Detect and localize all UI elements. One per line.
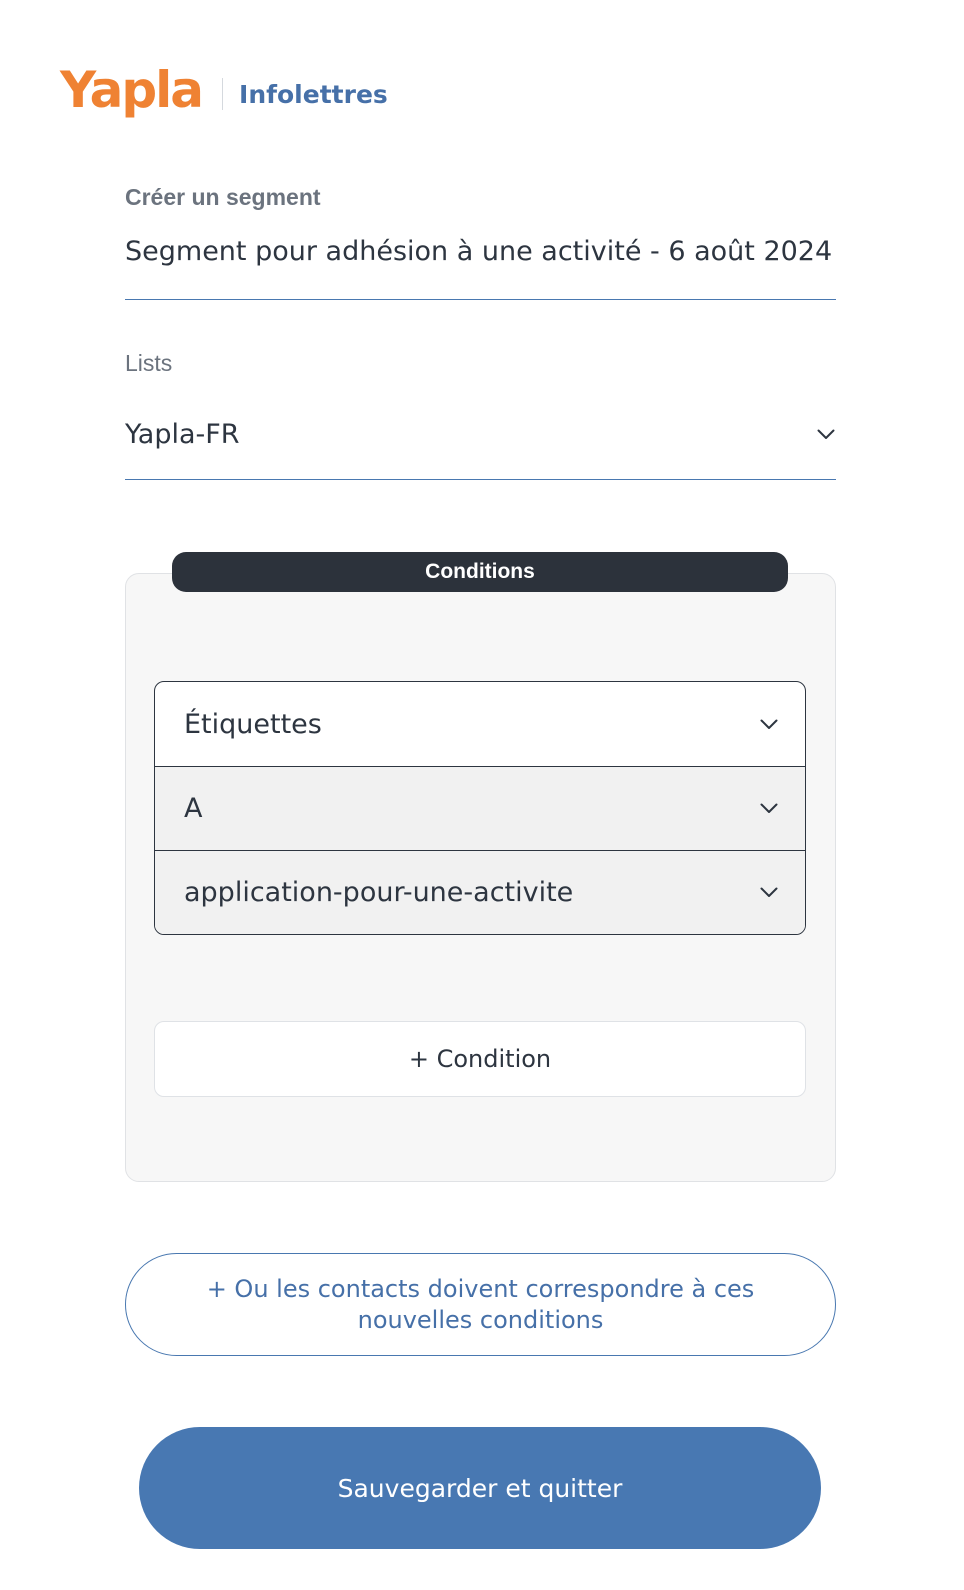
brand-header: Yapla Infolettres (60, 62, 388, 126)
chevron-down-icon (759, 714, 779, 734)
segment-name-label: Créer un segment (125, 184, 321, 210)
yapla-logo[interactable]: Yapla (60, 65, 204, 115)
condition-value-select[interactable]: application-pour-une-activite (155, 850, 805, 934)
save-and-quit-button[interactable]: Sauvegarder et quitter (139, 1427, 821, 1549)
product-name: Infolettres (239, 79, 388, 109)
lists-label: Lists (125, 350, 173, 376)
chevron-down-icon (759, 883, 779, 903)
chevron-down-icon (816, 425, 836, 445)
segment-name-input[interactable] (125, 234, 836, 300)
add-or-group-button[interactable]: + Ou les contacts doivent correspondre à… (125, 1253, 836, 1356)
condition-operator-value: A (184, 793, 203, 824)
condition-field-select[interactable]: Étiquettes (155, 682, 805, 766)
conditions-tab: Conditions (172, 552, 788, 592)
add-condition-button[interactable]: + Condition (154, 1021, 806, 1097)
condition-group: Étiquettes A application-pour-une-activi… (154, 681, 806, 935)
lists-selected-value: Yapla-FR (125, 419, 240, 450)
lists-select[interactable]: Yapla-FR (125, 400, 836, 480)
condition-value-text: application-pour-une-activite (184, 877, 574, 908)
segment-editor-page: Yapla Infolettres Créer un segment Lists… (0, 0, 964, 1590)
chevron-down-icon (759, 799, 779, 819)
brand-divider (222, 78, 224, 110)
condition-field-value: Étiquettes (184, 708, 322, 740)
condition-operator-select[interactable]: A (155, 766, 805, 850)
